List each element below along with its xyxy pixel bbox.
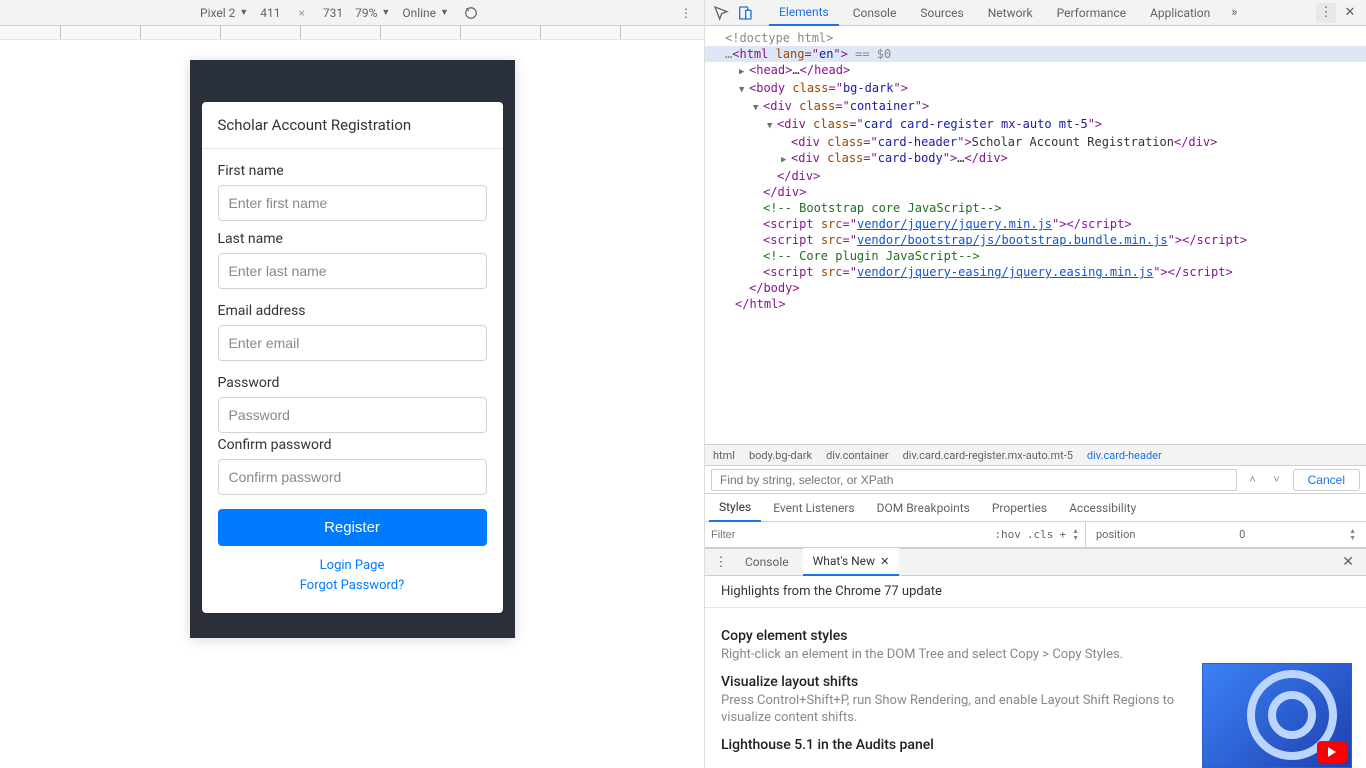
tab-console[interactable]: Console bbox=[843, 0, 907, 26]
box-label: position bbox=[1096, 528, 1135, 541]
password-input[interactable] bbox=[218, 397, 487, 433]
find-input[interactable] bbox=[711, 469, 1237, 491]
box-value: 0 bbox=[1239, 528, 1245, 541]
dimension-separator: × bbox=[292, 6, 310, 20]
card-title: Scholar Account Registration bbox=[202, 102, 503, 149]
device-mode-icon[interactable] bbox=[735, 3, 755, 23]
find-cancel-button[interactable]: Cancel bbox=[1293, 469, 1360, 491]
tip1-title: Copy element styles bbox=[721, 628, 1350, 644]
ruler bbox=[0, 26, 704, 40]
register-button[interactable]: Register bbox=[218, 509, 487, 546]
height-input[interactable]: 731 bbox=[323, 6, 343, 20]
tab-network[interactable]: Network bbox=[978, 0, 1043, 26]
breadcrumb[interactable]: html body.bg-dark div.container div.card… bbox=[705, 444, 1366, 466]
tip1-body: Right-click an element in the DOM Tree a… bbox=[721, 646, 1181, 664]
devtools-toolbar: Elements Console Sources Network Perform… bbox=[705, 0, 1366, 26]
rotate-icon[interactable] bbox=[461, 3, 481, 23]
confirm-label: Confirm password bbox=[218, 437, 487, 453]
elements-tree[interactable]: <!doctype html> …<html lang="en"> == $0 … bbox=[705, 26, 1366, 444]
tab-application[interactable]: Application bbox=[1140, 0, 1220, 26]
find-bar: ˄ ˅ Cancel bbox=[705, 466, 1366, 494]
drawer-tabs: ⋮ Console What's New✕ ✕ bbox=[705, 548, 1366, 576]
last-name-label: Last name bbox=[218, 231, 487, 247]
close-tab-icon[interactable]: ✕ bbox=[880, 555, 889, 568]
first-name-label: First name bbox=[218, 163, 487, 179]
youtube-icon[interactable] bbox=[1317, 741, 1347, 763]
tab-sources[interactable]: Sources bbox=[910, 0, 973, 26]
tab-elements[interactable]: Elements bbox=[769, 0, 839, 26]
video-thumbnail[interactable] bbox=[1202, 663, 1352, 768]
last-name-input[interactable] bbox=[218, 253, 487, 289]
email-input[interactable] bbox=[218, 325, 487, 361]
crumb-html[interactable]: html bbox=[713, 449, 735, 462]
inspect-icon[interactable] bbox=[711, 3, 731, 23]
new-rule-icon[interactable]: + bbox=[1059, 528, 1066, 541]
styles-tabs: Styles Event Listeners DOM Breakpoints P… bbox=[705, 494, 1366, 522]
drawer-body: Copy element styles Right-click an eleme… bbox=[705, 608, 1366, 768]
drawer-tab-whatsnew[interactable]: What's New✕ bbox=[803, 548, 900, 576]
zoom-select[interactable]: 79%▼ bbox=[355, 6, 390, 20]
throttle-select[interactable]: Online▼ bbox=[402, 6, 449, 20]
tab-accessibility[interactable]: Accessibility bbox=[1059, 494, 1146, 522]
more-tabs-icon[interactable]: » bbox=[1224, 3, 1244, 23]
find-prev-icon[interactable]: ˄ bbox=[1245, 473, 1261, 486]
tab-styles[interactable]: Styles bbox=[709, 494, 761, 522]
drawer-tab-console[interactable]: Console bbox=[735, 548, 799, 576]
hov-toggle[interactable]: :hov bbox=[994, 528, 1021, 541]
drawer-close-icon[interactable]: ✕ bbox=[1336, 554, 1360, 570]
crumb-body[interactable]: body.bg-dark bbox=[749, 449, 812, 462]
login-link[interactable]: Login Page bbox=[218, 556, 487, 576]
crumb-container[interactable]: div.container bbox=[826, 449, 889, 462]
device-toolbar: Pixel 2▼ 411 × 731 79%▼ Online▼ ⋮ bbox=[0, 0, 704, 26]
drawer-kebab-icon[interactable]: ⋮ bbox=[711, 552, 731, 572]
crumb-card[interactable]: div.card.card-register.mx-auto.mt-5 bbox=[903, 449, 1073, 462]
settings-icon[interactable]: ⋮ bbox=[1316, 3, 1336, 23]
tab-event-listeners[interactable]: Event Listeners bbox=[763, 494, 864, 522]
confirm-input[interactable] bbox=[218, 459, 487, 495]
tab-performance[interactable]: Performance bbox=[1047, 0, 1136, 26]
cls-toggle[interactable]: .cls bbox=[1027, 528, 1054, 541]
register-card: Scholar Account Registration First name … bbox=[202, 102, 503, 613]
find-next-icon[interactable]: ˅ bbox=[1269, 473, 1285, 486]
forgot-link[interactable]: Forgot Password? bbox=[218, 576, 487, 596]
tip2-body: Press Control+Shift+P, run Show Renderin… bbox=[721, 692, 1181, 727]
device-frame: Scholar Account Registration First name … bbox=[190, 60, 515, 638]
first-name-input[interactable] bbox=[218, 185, 487, 221]
styles-body: :hov .cls + ▲▼ position 0 ▲▼ bbox=[705, 522, 1366, 548]
crumb-header[interactable]: div.card-header bbox=[1087, 449, 1162, 462]
email-label: Email address bbox=[218, 303, 487, 319]
tab-dom-breakpoints[interactable]: DOM Breakpoints bbox=[867, 494, 980, 522]
viewport: Scholar Account Registration First name … bbox=[0, 40, 704, 768]
password-label: Password bbox=[218, 375, 487, 391]
device-select[interactable]: Pixel 2▼ bbox=[200, 6, 248, 20]
width-input[interactable]: 411 bbox=[260, 6, 280, 20]
doctype-node: <!doctype html> bbox=[725, 31, 833, 45]
drawer-highlight: Highlights from the Chrome 77 update bbox=[721, 584, 1350, 599]
kebab-icon[interactable]: ⋮ bbox=[676, 3, 696, 23]
close-devtools-icon[interactable]: ✕ bbox=[1340, 3, 1360, 23]
tab-properties[interactable]: Properties bbox=[982, 494, 1057, 522]
styles-filter-input[interactable] bbox=[711, 529, 831, 541]
